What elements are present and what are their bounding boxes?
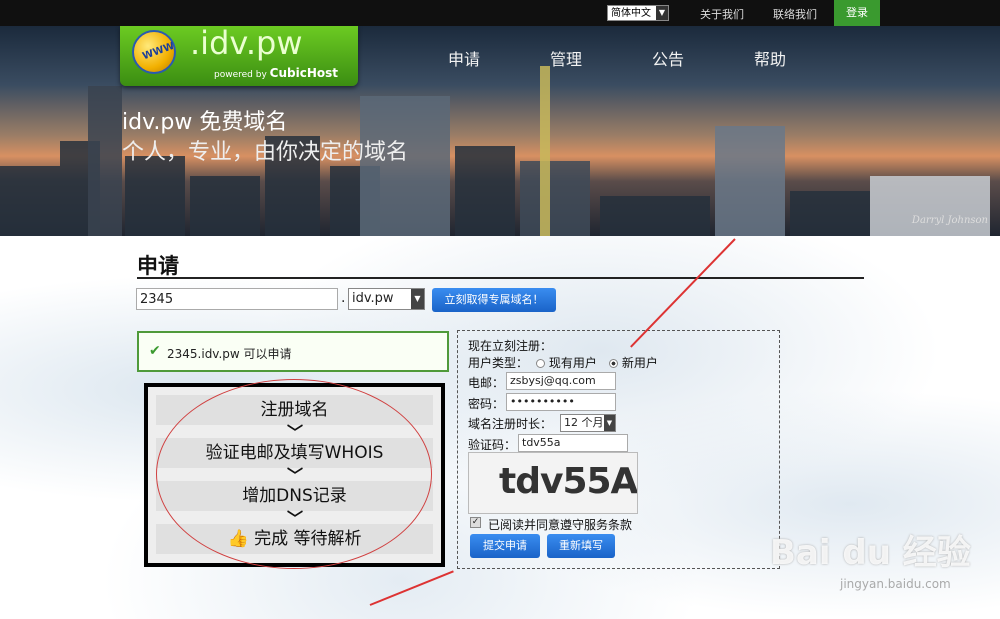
title-divider — [137, 277, 864, 279]
agree-checkbox[interactable]: ✓ — [470, 517, 481, 528]
language-value: 简体中文 — [611, 8, 651, 19]
photo-credit: Darryl Johnson — [911, 215, 988, 226]
login-button[interactable]: 登录 — [834, 0, 880, 26]
nav-apply[interactable]: 申请 — [448, 46, 480, 70]
radio-new-user[interactable] — [609, 359, 618, 368]
nav-help[interactable]: 帮助 — [754, 46, 786, 70]
hero-title: idv.pw 免费域名 — [122, 110, 288, 135]
nav-manage[interactable]: 管理 — [550, 46, 582, 70]
hero-banner: WWW .idv.pw powered by CubicHost 申请 管理 公… — [0, 26, 1000, 236]
baidu-watermark: Bai du 经验 — [770, 533, 971, 573]
nav-announcements[interactable]: 公告 — [652, 46, 684, 70]
language-select[interactable]: 简体中文 ▼ — [607, 5, 669, 21]
period-label: 域名注册时长： — [468, 417, 553, 431]
chevron-down-icon: ▼ — [411, 289, 424, 309]
contact-us-link[interactable]: 联络我们 — [773, 6, 817, 22]
about-us-link[interactable]: 关于我们 — [700, 6, 744, 22]
domain-dot: . — [341, 290, 346, 306]
captcha-image[interactable]: tdv55A — [468, 452, 638, 514]
captcha-input[interactable]: tdv55a — [518, 434, 628, 452]
existing-user-option[interactable]: 现有用户 — [536, 354, 597, 371]
top-bar: 简体中文 ▼ 关于我们 联络我们 登录 — [0, 0, 1000, 26]
period-value: 12 个月 — [564, 416, 604, 429]
availability-text: 2345.idv.pw 可以申请 — [167, 347, 292, 361]
chevron-down-icon: ▼ — [604, 415, 615, 431]
period-select[interactable]: 12 个月 ▼ — [560, 414, 616, 432]
availability-message: ✔ 2345.idv.pw 可以申请 — [137, 331, 449, 372]
globe-icon: WWW — [132, 30, 176, 74]
steps-panel: 注册域名 ﹀ 验证电邮及填写WHOIS ﹀ 增加DNS记录 ﹀ 👍 完成 等待解… — [144, 379, 445, 569]
user-type-label: 用户类型： — [468, 356, 529, 370]
hero-subtitle: 个人，专业，由你决定的域名 — [122, 140, 409, 165]
site-logo[interactable]: WWW .idv.pw powered by CubicHost — [120, 26, 358, 86]
new-user-option[interactable]: 新用户 — [609, 354, 658, 371]
domain-input[interactable]: 2345 — [136, 288, 338, 310]
baidu-watermark-url: jingyan.baidu.com — [840, 577, 951, 591]
captcha-image-text: tdv55A — [499, 461, 638, 502]
agree-text: 已阅读并同意遵守服务条款 — [488, 518, 633, 532]
tld-select[interactable]: idv.pw ▼ — [348, 288, 425, 310]
submit-button[interactable]: 提交申请 — [470, 534, 540, 558]
tld-value: idv.pw — [352, 291, 394, 306]
logo-badge: WWW — [141, 40, 176, 63]
email-label: 电邮： — [468, 376, 505, 390]
email-field[interactable]: zsbysj@qq.com — [506, 372, 616, 390]
password-field[interactable]: •••••••••• — [506, 393, 616, 411]
captcha-label: 验证码： — [468, 438, 517, 452]
reset-button[interactable]: 重新填写 — [547, 534, 615, 558]
radio-existing-user[interactable] — [536, 359, 545, 368]
checkmark-icon: ✔ — [149, 343, 161, 359]
page-title: 申请 — [137, 254, 179, 278]
logo-powered: powered by CubicHost — [214, 66, 338, 80]
register-heading: 现在立刻注册： — [468, 339, 553, 353]
chevron-down-icon: ▼ — [656, 6, 668, 20]
password-label: 密码： — [468, 397, 505, 411]
logo-domain: .idv.pw — [190, 26, 303, 62]
highlight-oval — [156, 379, 432, 569]
get-domain-button[interactable]: 立刻取得专属域名！ — [432, 288, 556, 312]
